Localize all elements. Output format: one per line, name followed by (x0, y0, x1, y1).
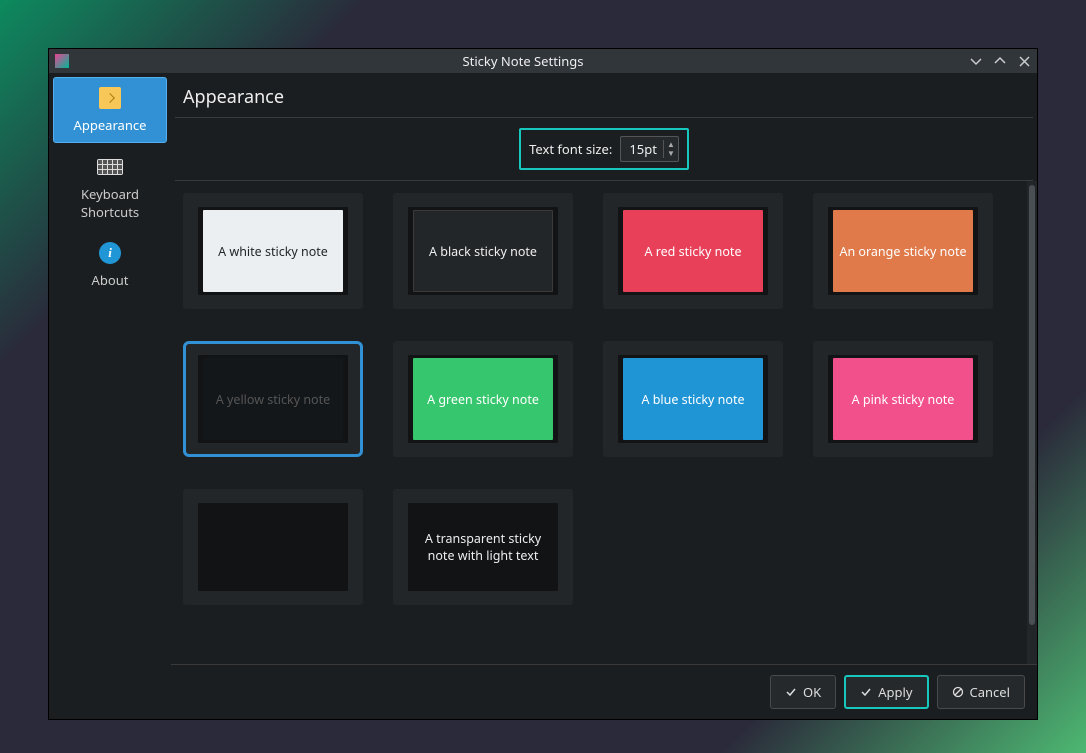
titlebar-buttons (969, 54, 1031, 68)
theme-swatch: A transparent sticky note with light tex… (413, 506, 553, 588)
check-icon (860, 686, 872, 698)
theme-swatch-wrap: A transparent sticky note with light tex… (408, 503, 558, 591)
content-pane: Appearance Text font size: 15pt ▲ ▼ A w (171, 73, 1037, 719)
theme-swatch: A green sticky note (413, 358, 553, 440)
ok-button[interactable]: OK (770, 675, 836, 709)
sidebar: Appearance Keyboard Shortcuts i About (49, 73, 171, 719)
keyboard-icon (96, 155, 124, 179)
font-size-control: Text font size: 15pt ▲ ▼ (519, 128, 689, 170)
theme-swatch-wrap: A blue sticky note (618, 355, 768, 443)
theme-swatch-wrap: An orange sticky note (828, 207, 978, 295)
theme-card[interactable]: An orange sticky note (813, 193, 993, 309)
sidebar-item-label: Appearance (74, 116, 147, 134)
minimize-icon[interactable] (969, 54, 983, 68)
window-title: Sticky Note Settings (77, 52, 969, 70)
sidebar-item-label: Keyboard Shortcuts (57, 185, 163, 221)
font-size-row: Text font size: 15pt ▲ ▼ (171, 118, 1037, 180)
spinbox-arrows: ▲ ▼ (663, 140, 678, 158)
theme-swatch (203, 506, 343, 588)
font-size-label: Text font size: (529, 140, 612, 158)
apply-button[interactable]: Apply (844, 675, 928, 709)
theme-swatch: A blue sticky note (623, 358, 763, 440)
scrollbar[interactable] (1027, 181, 1037, 664)
theme-swatch: A pink sticky note (833, 358, 973, 440)
theme-swatch: An orange sticky note (833, 210, 973, 292)
theme-card[interactable]: A blue sticky note (603, 341, 783, 457)
info-icon: i (96, 241, 124, 265)
theme-card[interactable]: A pink sticky note (813, 341, 993, 457)
sidebar-item-about[interactable]: i About (53, 233, 167, 297)
settings-dialog: Sticky Note Settings Appearance K (49, 49, 1037, 719)
font-size-spinbox[interactable]: 15pt ▲ ▼ (620, 136, 679, 162)
theme-card[interactable]: A transparent sticky note with light tex… (393, 489, 573, 605)
dialog-footer: OK Apply Cancel (171, 664, 1037, 719)
app-icon (55, 54, 69, 68)
themes-area: A white sticky note A black sticky note A … (171, 181, 1037, 664)
theme-swatch: A red sticky note (623, 210, 763, 292)
theme-swatch: A black sticky note (413, 210, 553, 292)
theme-swatch-wrap: A pink sticky note (828, 355, 978, 443)
theme-swatch-wrap: A white sticky note (198, 207, 348, 295)
sidebar-item-keyboard-shortcuts[interactable]: Keyboard Shortcuts (53, 147, 167, 229)
theme-swatch-wrap (198, 503, 348, 591)
scrollbar-thumb[interactable] (1029, 185, 1035, 625)
theme-swatch: A white sticky note (203, 210, 343, 292)
theme-swatch-wrap: A black sticky note (408, 207, 558, 295)
theme-swatch-wrap: A green sticky note (408, 355, 558, 443)
theme-swatch-wrap: A red sticky note (618, 207, 768, 295)
button-label: Cancel (970, 683, 1010, 701)
close-icon[interactable] (1017, 54, 1031, 68)
theme-card[interactable]: A black sticky note (393, 193, 573, 309)
dialog-body: Appearance Keyboard Shortcuts i About Ap… (49, 73, 1037, 719)
theme-card[interactable]: A red sticky note (603, 193, 783, 309)
sidebar-item-label: About (92, 271, 129, 289)
check-icon (785, 686, 797, 698)
cancel-button[interactable]: Cancel (937, 675, 1025, 709)
appearance-icon (96, 86, 124, 110)
theme-swatch-wrap: A yellow sticky note (198, 355, 348, 443)
theme-card[interactable]: A green sticky note (393, 341, 573, 457)
theme-swatch: A yellow sticky note (203, 358, 343, 440)
theme-card[interactable]: A white sticky note (183, 193, 363, 309)
sidebar-item-appearance[interactable]: Appearance (53, 77, 167, 143)
font-size-value: 15pt (621, 137, 663, 161)
themes-grid: A white sticky note A black sticky note A … (183, 187, 1035, 605)
button-label: Apply (878, 683, 912, 701)
theme-card[interactable] (183, 489, 363, 605)
button-label: OK (803, 683, 821, 701)
titlebar: Sticky Note Settings (49, 49, 1037, 73)
theme-card[interactable]: A yellow sticky note (183, 341, 363, 457)
page-title: Appearance (171, 73, 1037, 117)
maximize-icon[interactable] (993, 54, 1007, 68)
cancel-icon (952, 686, 964, 698)
spin-down-icon[interactable]: ▼ (664, 149, 678, 158)
